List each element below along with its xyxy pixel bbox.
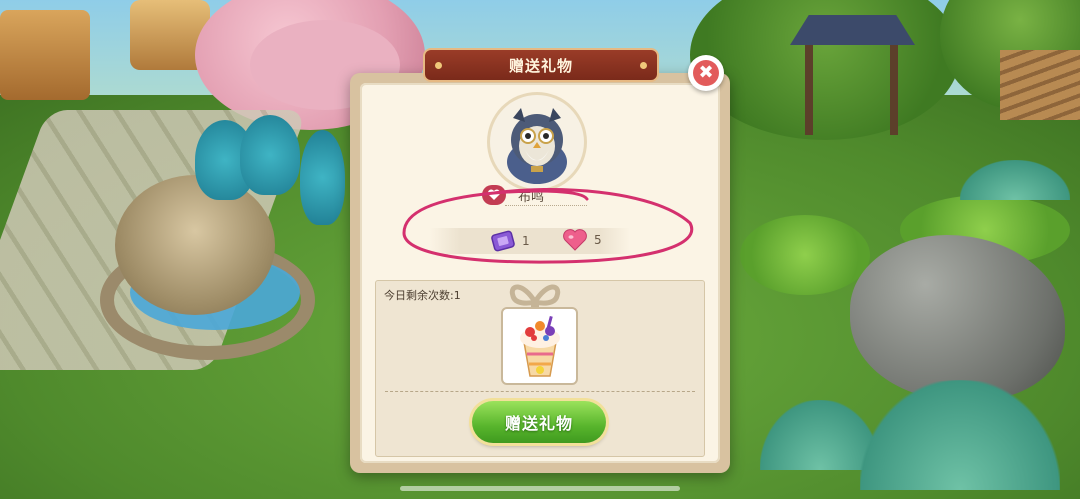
close-icon: ✖ — [693, 60, 719, 86]
pink-heart-icon — [563, 229, 587, 251]
heart-badge-icon — [482, 185, 506, 205]
purple-ticket-icon — [491, 230, 515, 252]
ribbon-rivet — [640, 62, 647, 69]
send-gift-button[interactable]: 赠送礼物 — [472, 401, 606, 443]
gift-bow-icon — [509, 284, 561, 310]
peacock-statue — [300, 130, 345, 225]
gazebo-post — [805, 45, 813, 135]
owl-avatar — [507, 108, 567, 184]
close-button[interactable]: ✖ — [688, 55, 724, 91]
fruit-parfait-icon — [519, 315, 560, 377]
ribbon-rivet — [435, 62, 442, 69]
dialog-title: 赠送礼物 — [508, 56, 573, 75]
name-underline — [505, 205, 587, 206]
gazebo-roof — [790, 15, 915, 45]
fern-plant — [860, 380, 1060, 490]
home-indicator-bar[interactable] — [400, 486, 680, 491]
affection-count: 5 — [594, 233, 602, 247]
gazebo-post — [890, 45, 898, 135]
panel-divider — [385, 391, 695, 392]
peacock-statue — [240, 115, 300, 195]
ticket-count: 1 — [522, 234, 530, 248]
gift-item-slot[interactable] — [501, 307, 578, 385]
wooden-stairs — [1000, 50, 1080, 120]
affection-stat: 5 — [562, 228, 602, 252]
npc-name-row: 布鸣 — [482, 183, 592, 207]
remaining-count-label: 今日剩余次数:1 — [384, 289, 461, 302]
npc-name: 布鸣 — [518, 189, 545, 205]
bush — [740, 215, 870, 295]
npc-avatar-frame — [490, 95, 584, 189]
fern-plant — [960, 160, 1070, 200]
dialog-title-ribbon: 赠送礼物 — [423, 48, 659, 82]
hut-building — [0, 10, 90, 100]
stone-fountain — [115, 175, 275, 315]
ticket-stat: 1 — [490, 228, 530, 254]
